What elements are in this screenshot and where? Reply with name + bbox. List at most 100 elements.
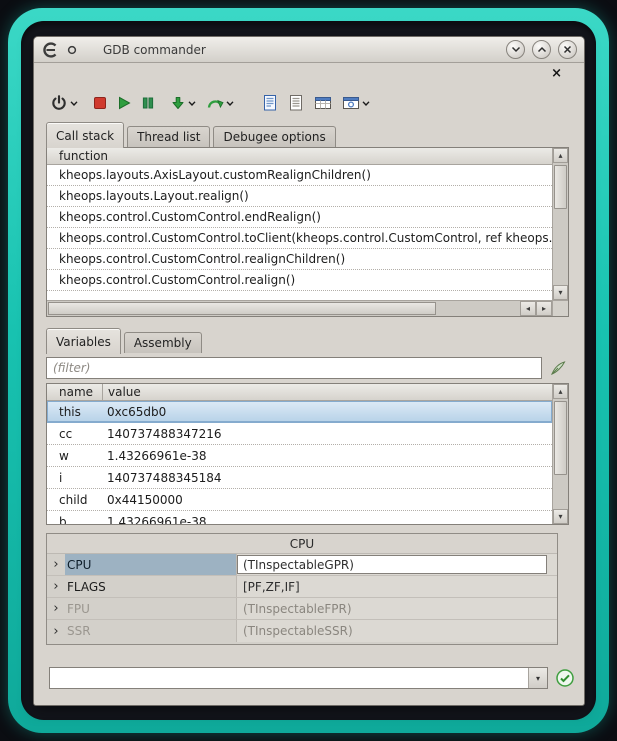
scroll-left-button[interactable]: ◂ <box>520 301 536 316</box>
variable-row[interactable]: this 0xc65db0 <box>47 401 552 423</box>
stack-tabbar: Call stack Thread list Debugee options <box>46 121 339 147</box>
scroll-down-button[interactable]: ▾ <box>553 509 568 524</box>
variable-name: this <box>47 405 102 419</box>
call-stack-row[interactable]: kheops.control.CustomControl.realign() <box>47 270 552 291</box>
variable-value: 140737488347216 <box>102 427 552 441</box>
power-dropdown[interactable] <box>70 91 80 115</box>
register-value-cell: (TInspectableGPR) <box>237 554 557 575</box>
cpu-inspector: CPU › CPU (TInspectableGPR) › FLAGS [PF,… <box>46 533 558 645</box>
tab-variables[interactable]: Variables <box>46 328 121 354</box>
power-button[interactable] <box>50 91 68 115</box>
call-stack-row[interactable]: kheops.layouts.Layout.realign() <box>47 186 552 207</box>
variables-header[interactable]: name value <box>47 384 552 401</box>
scroll-right-button[interactable]: ▸ <box>536 301 552 316</box>
pause-icon <box>140 95 156 111</box>
command-input[interactable] <box>50 668 528 688</box>
name-column-header[interactable]: name <box>47 385 102 399</box>
document-icon <box>262 94 278 112</box>
variables-tabbar: Variables Assembly <box>46 327 205 353</box>
cpu-register-row[interactable]: › SSR (TInspectableSSR) <box>47 620 557 642</box>
scrollbar-track[interactable] <box>553 163 568 285</box>
dropdown-icon <box>188 101 196 106</box>
titlebar[interactable]: GDB commander <box>34 37 584 63</box>
scrollbar-track[interactable] <box>553 399 568 509</box>
variables-vertical-scrollbar[interactable]: ▴ ▾ <box>552 384 568 524</box>
variable-row[interactable]: cc 140737488347216 <box>47 423 552 445</box>
dropdown-icon <box>362 101 370 106</box>
execute-button[interactable] <box>555 668 575 688</box>
call-stack-panel: function kheops.layouts.AxisLayout.custo… <box>46 147 569 317</box>
combo-dropdown-button[interactable]: ▾ <box>528 668 547 688</box>
call-stack-header[interactable]: function <box>47 148 552 165</box>
scroll-up-button[interactable]: ▴ <box>553 384 568 399</box>
value-column-header[interactable]: value <box>102 384 552 400</box>
pause-button[interactable] <box>140 91 156 115</box>
cpu-register-row[interactable]: › FLAGS [PF,ZF,IF] <box>47 576 557 598</box>
scroll-down-button[interactable]: ▾ <box>553 285 568 300</box>
call-stack-vertical-scrollbar[interactable]: ▴ ▾ <box>552 148 568 300</box>
call-stack-horizontal-scrollbar[interactable]: ◂ ▸ <box>47 300 552 316</box>
cpu-panel-title: CPU <box>47 534 557 554</box>
register-group-name[interactable]: CPU <box>65 554 237 575</box>
source-doc-button[interactable] <box>262 91 278 115</box>
register-group-name[interactable]: SSR <box>65 620 237 642</box>
call-stack-row[interactable]: kheops.control.CustomControl.realignChil… <box>47 249 552 270</box>
call-stack-row[interactable]: kheops.layouts.AxisLayout.customRealignC… <box>47 165 552 186</box>
dropdown-icon <box>70 101 78 106</box>
scrollbar-thumb[interactable] <box>554 401 567 475</box>
dock-close-button[interactable]: × <box>551 67 562 80</box>
call-stack-row[interactable]: kheops.control.CustomControl.endRealign(… <box>47 207 552 228</box>
tab-call-stack[interactable]: Call stack <box>46 122 124 148</box>
cpu-register-row[interactable]: › CPU (TInspectableGPR) <box>47 554 557 576</box>
scrollbar-thumb[interactable] <box>48 302 436 315</box>
command-combobox[interactable]: ▾ <box>49 667 548 689</box>
filter-pen-button[interactable] <box>547 357 569 379</box>
expander-icon[interactable]: › <box>47 620 65 642</box>
scrollbar-track[interactable] <box>47 301 520 316</box>
call-stack-row[interactable]: kheops.control.CustomControl.toClient(kh… <box>47 228 552 249</box>
expander-icon[interactable]: › <box>47 554 65 575</box>
variable-value: 0xc65db0 <box>102 405 552 419</box>
run-button[interactable] <box>116 91 132 115</box>
variable-row[interactable]: child 0x44150000 <box>47 489 552 511</box>
dropdown-icon <box>226 101 234 106</box>
variable-row[interactable]: b 1.43266961e-38 <box>47 511 552 525</box>
variable-value: 0x44150000 <box>102 493 552 507</box>
stop-button[interactable] <box>92 91 108 115</box>
variable-row[interactable]: i 140737488345184 <box>47 467 552 489</box>
stop-icon <box>92 95 108 111</box>
filter-input[interactable] <box>46 357 542 379</box>
variable-row[interactable]: w 1.43266961e-38 <box>47 445 552 467</box>
step-over-dropdown[interactable] <box>226 91 236 115</box>
expander-icon[interactable]: › <box>47 576 65 597</box>
step-into-button[interactable] <box>170 91 186 115</box>
register-group-name[interactable]: FPU <box>65 598 237 619</box>
maximize-button[interactable] <box>532 40 551 59</box>
variables-panel: name value this 0xc65db0 cc 140737488347… <box>46 383 569 525</box>
tab-debugee-options[interactable]: Debugee options <box>213 126 335 147</box>
window-buttons <box>506 40 577 59</box>
step-over-button[interactable] <box>206 91 224 115</box>
scrollbar-thumb[interactable] <box>554 165 567 209</box>
memory-view-button[interactable] <box>314 91 332 115</box>
scrollbar-corner <box>552 300 568 316</box>
tab-thread-list[interactable]: Thread list <box>127 126 210 147</box>
close-button[interactable] <box>558 40 577 59</box>
expander-icon[interactable]: › <box>47 598 65 619</box>
register-value-cell: [PF,ZF,IF] <box>237 576 557 597</box>
register-group-name[interactable]: FLAGS <box>65 576 237 597</box>
tab-assembly[interactable]: Assembly <box>124 332 202 353</box>
output-list-button[interactable] <box>288 91 304 115</box>
watch-window-button[interactable] <box>342 91 360 115</box>
variable-name: b <box>47 515 102 526</box>
scroll-up-button[interactable]: ▴ <box>553 148 568 163</box>
minimize-button[interactable] <box>506 40 525 59</box>
function-column-header[interactable]: function <box>47 149 108 163</box>
cpu-register-row[interactable]: › FPU (TInspectableFPR) <box>47 598 557 620</box>
window-title: GDB commander <box>103 43 206 57</box>
cpu-value-editor[interactable]: (TInspectableGPR) <box>237 555 547 574</box>
step-into-dropdown[interactable] <box>188 91 198 115</box>
variable-value: 1.43266961e-38 <box>102 449 552 463</box>
play-icon <box>116 95 132 111</box>
watch-window-dropdown[interactable] <box>362 91 372 115</box>
